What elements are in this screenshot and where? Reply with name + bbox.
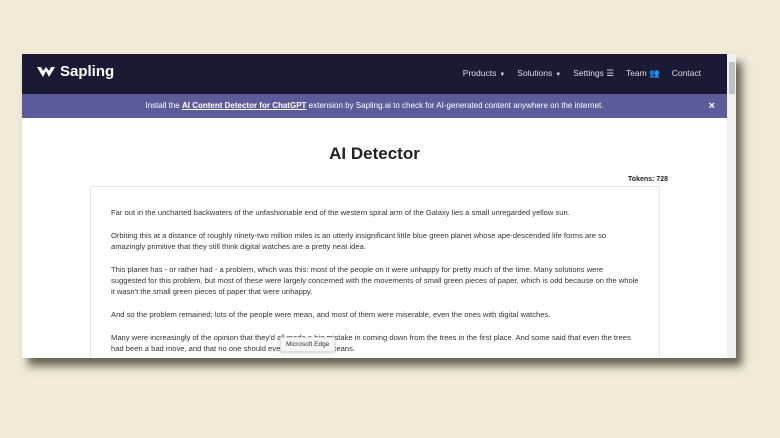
logo[interactable]: Sapling [36,63,114,80]
sliders-icon: ☰ [606,68,614,78]
paragraph: Many were increasingly of the opinion th… [111,333,631,353]
nav-settings[interactable]: Settings ☰ [573,68,614,79]
paragraph: This planet has - or rather had - a prob… [111,265,639,296]
nav-label: Products [462,68,497,78]
nav-solutions[interactable]: Solutions ▼ [517,68,561,79]
nav-label: Settings [573,68,604,78]
token-count: Tokens: 728 [628,176,668,183]
nav-label: Solutions [517,68,553,78]
nav-label: Team [625,68,647,78]
text-input-area[interactable]: Far out in the uncharted backwaters of t… [90,186,660,358]
paragraph: Orbiting this at a distance of roughly n… [111,231,607,251]
users-icon: 👥 [649,68,660,78]
paragraph: Far out in the uncharted backwaters of t… [111,208,570,217]
caret-down-icon: ▼ [499,72,506,78]
brand-name: Sapling [60,63,115,80]
banner-text: extension by Sapling.ai to check for AI-… [306,101,604,110]
extension-banner: Install the AI Content Detector for Chat… [22,94,727,118]
extension-link[interactable]: AI Content Detector for ChatGPT [182,101,306,110]
banner-text: Install the [145,101,182,110]
scrollbar-thumb[interactable] [729,62,735,94]
nav-contact[interactable]: Contact [672,68,701,79]
sapling-logo-icon [37,66,55,77]
tooltip: Microsoft Edge [280,337,336,352]
close-icon[interactable]: × [709,94,715,118]
nav-products[interactable]: Products ▼ [463,68,506,79]
scrollbar[interactable] [727,54,736,358]
navbar: Sapling Products ▼ Solutions ▼ Settings ☰ … [22,54,727,94]
caret-down-icon: ▼ [555,72,562,78]
page-title: AI Detector [329,144,420,163]
paragraph: And so the problem remained; lots of the… [111,310,551,319]
nav-team[interactable]: Team 👥 [626,68,660,79]
browser-window: Sapling Products ▼ Solutions ▼ Settings ☰ … [22,54,736,358]
